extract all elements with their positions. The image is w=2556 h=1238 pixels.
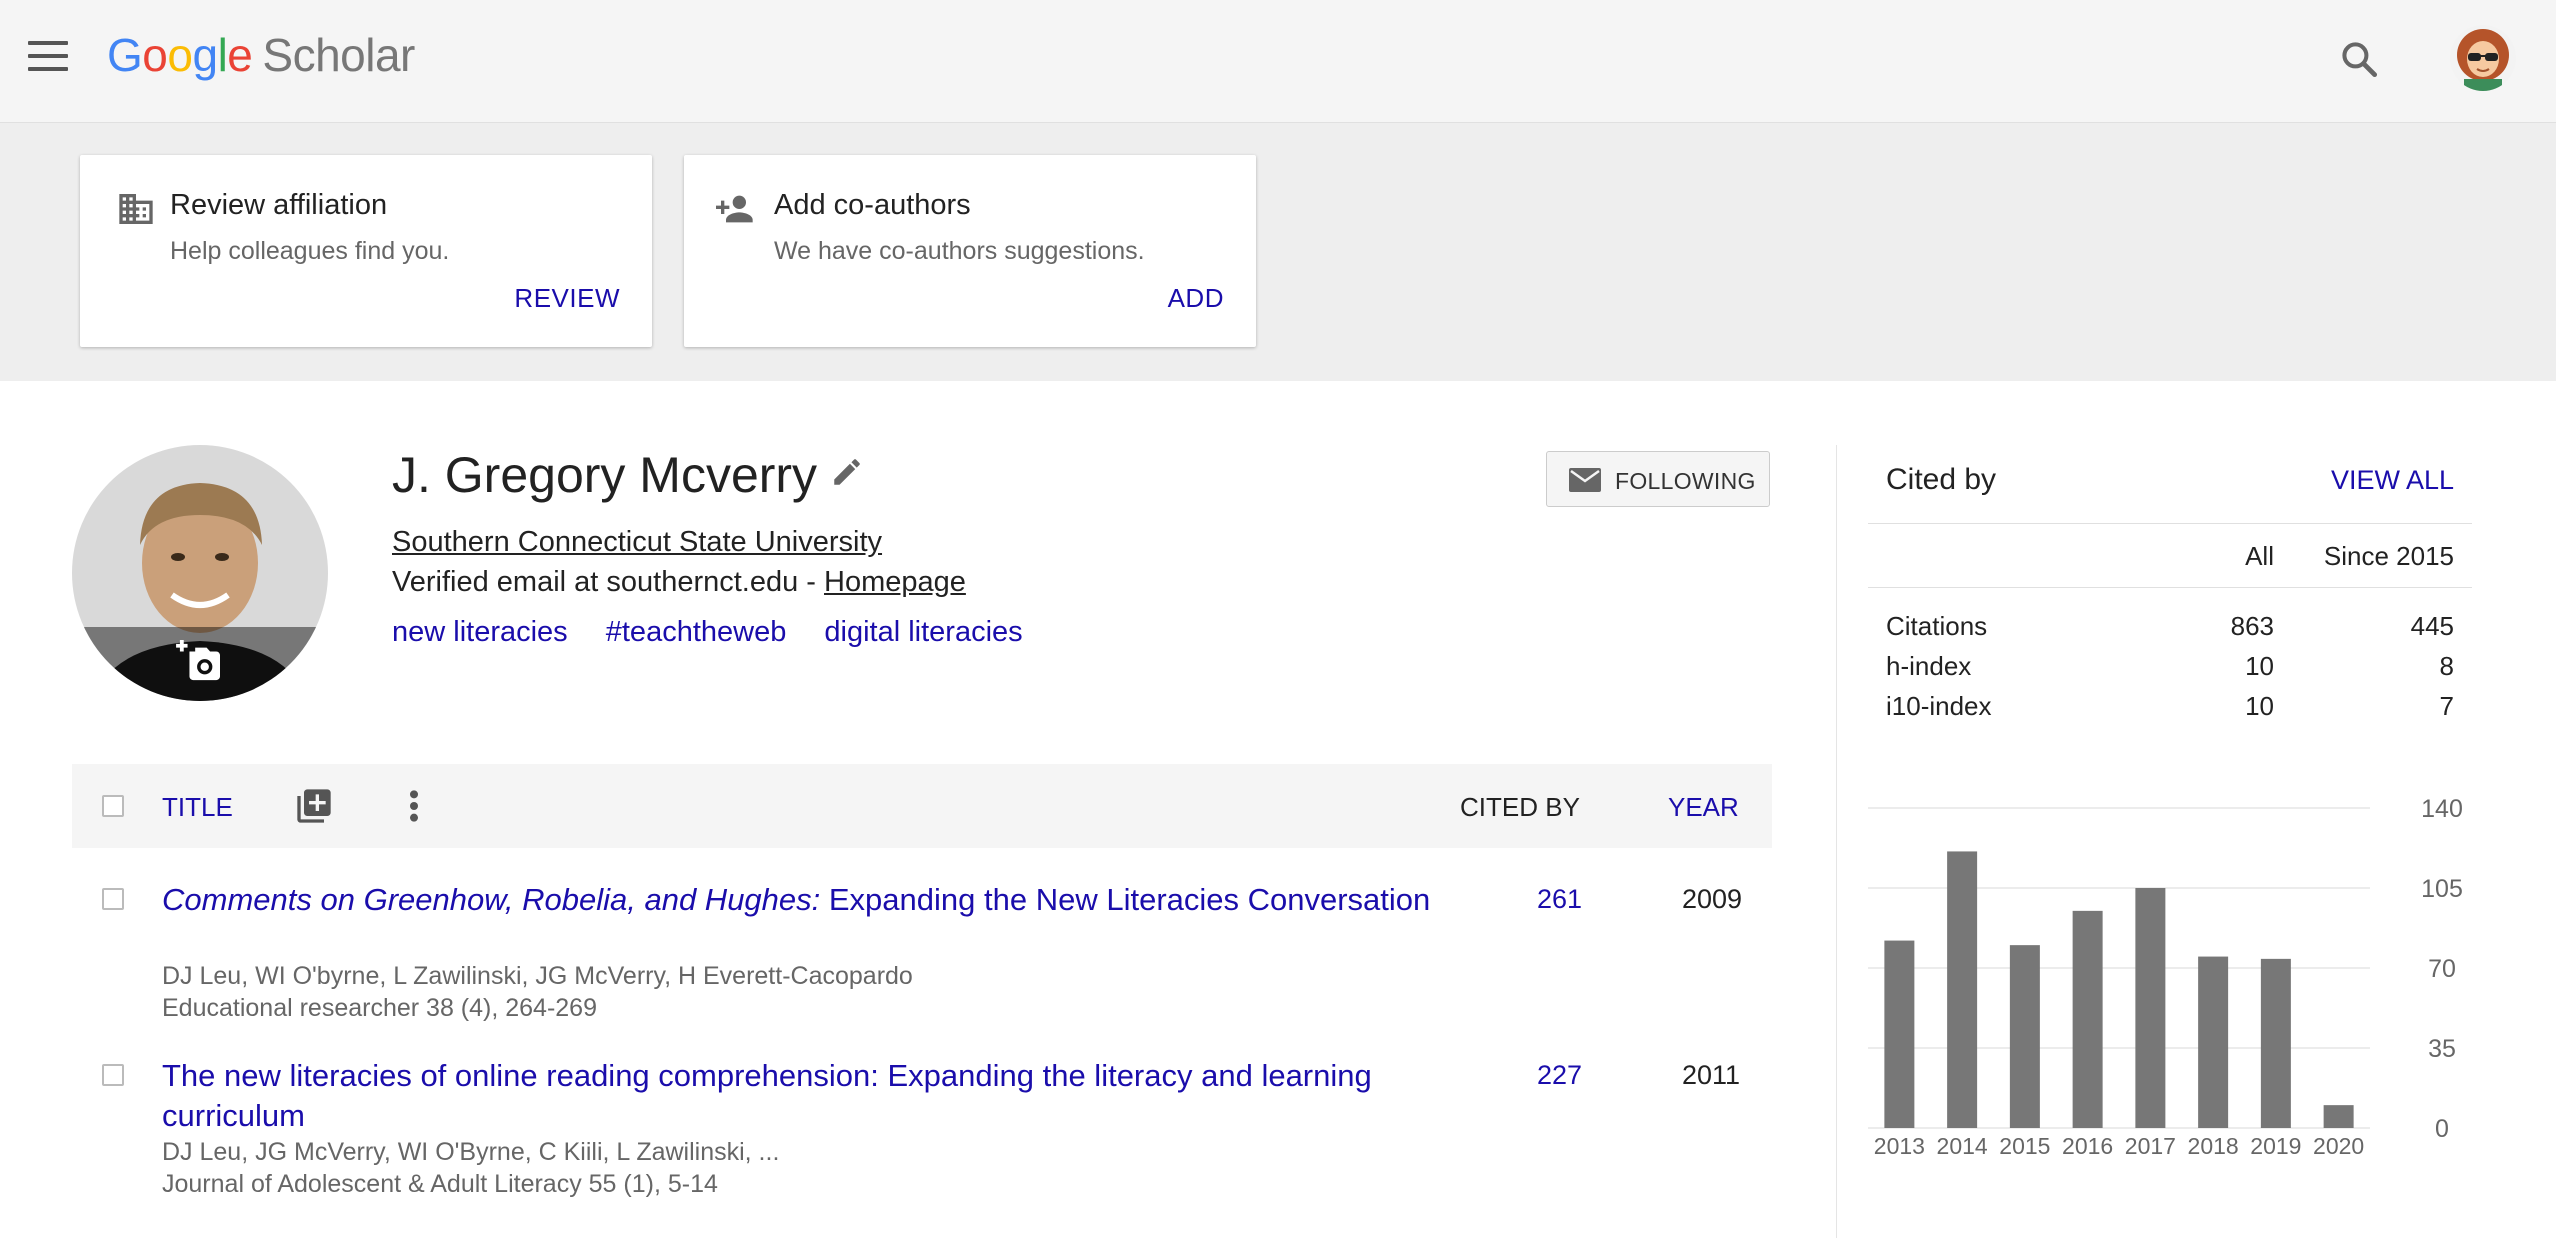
sort-by-title[interactable]: TITLE <box>162 792 233 823</box>
panel-divider <box>1836 445 1837 1238</box>
top-bar: Google Scholar <box>0 0 2556 123</box>
menu-icon[interactable] <box>28 41 68 71</box>
row-checkbox[interactable] <box>102 1064 124 1086</box>
following-label: FOLLOWING <box>1615 468 1756 494</box>
metric-since: 8 <box>2439 651 2454 681</box>
bar <box>1947 851 1978 1128</box>
article-venue: Journal of Adolescent & Adult Literacy 5… <box>162 1170 718 1198</box>
email-text: Verified email at southernct.edu - <box>392 566 825 598</box>
card-title: Review affiliation <box>170 189 388 221</box>
x-tick-label: 2019 <box>2250 1133 2301 1159</box>
homepage-link[interactable]: Homepage <box>824 566 966 598</box>
row-checkbox[interactable] <box>102 888 124 910</box>
cited-by-count-link[interactable]: 261 <box>1537 884 1582 915</box>
x-tick-label: 2015 <box>1999 1133 2050 1159</box>
review-button[interactable]: REVIEW <box>514 283 620 314</box>
x-tick-label: 2013 <box>1874 1133 1925 1159</box>
review-affiliation-card: Review affiliation Help colleagues find … <box>80 155 652 347</box>
metric-all: 863 <box>2230 611 2274 641</box>
metric-label: h-index <box>1886 651 1972 681</box>
add-article-icon[interactable] <box>294 786 334 826</box>
y-tick-label: 70 <box>2428 955 2456 983</box>
article-title-italic: Comments on Greenhow, Robelia, and Hughe… <box>162 882 821 917</box>
article-year: 2011 <box>1682 1060 1741 1090</box>
add-photo-icon[interactable] <box>176 640 222 682</box>
logo-letter: o <box>167 29 193 81</box>
bar <box>2135 888 2166 1128</box>
article-title-text: Expanding the New Literacies Conversatio… <box>820 882 1431 917</box>
article-year: 2009 <box>1682 884 1743 914</box>
bar <box>2198 956 2229 1128</box>
card-subtitle: We have co-authors suggestions. <box>774 237 1145 265</box>
cited-by-header: CITED BY <box>1460 792 1580 822</box>
card-subtitle: Help colleagues find you. <box>170 237 450 265</box>
interest-link[interactable]: digital literacies <box>824 616 1022 648</box>
bar <box>2072 910 2103 1128</box>
y-tick-label: 0 <box>2435 1115 2449 1143</box>
bar <box>2260 958 2291 1128</box>
article-title-link[interactable]: The new literacies of online reading com… <box>162 1056 1442 1136</box>
mail-icon <box>1569 468 1601 492</box>
y-tick-label: 140 <box>2421 795 2463 823</box>
article-title-text: The new literacies of online reading com… <box>162 1058 1372 1133</box>
x-tick-label: 2020 <box>2313 1133 2364 1159</box>
x-tick-label: 2014 <box>1937 1133 1988 1159</box>
citations-per-year-chart: 0 35 70 105 140 2013 2014 2015 2016 2017 2018 2019 2… <box>1868 795 2463 1159</box>
col-since-header: Since 2015 <box>2323 541 2454 571</box>
divider <box>1868 587 2472 588</box>
metric-label: i10-index <box>1886 691 1992 721</box>
select-all-checkbox[interactable] <box>102 795 124 817</box>
suggestions-banner: Review affiliation Help colleagues find … <box>0 123 2556 381</box>
verified-email: Verified email at southernct.edu - Homep… <box>392 566 966 599</box>
add-coauthors-card: Add co-authors We have co-authors sugges… <box>684 155 1256 347</box>
article-authors: DJ Leu, JG McVerry, WI O'Byrne, C Kiili,… <box>162 1138 780 1166</box>
google-scholar-logo[interactable]: Google Scholar <box>107 28 415 82</box>
view-all-link[interactable]: VIEW ALL <box>2331 465 2454 496</box>
bar <box>2323 1105 2354 1128</box>
affiliation-link[interactable]: Southern Connecticut State University <box>392 526 882 559</box>
add-button[interactable]: ADD <box>1168 283 1224 314</box>
x-tick-label: 2018 <box>2188 1133 2239 1159</box>
cited-by-count-link[interactable]: 227 <box>1537 1060 1582 1091</box>
add-person-icon <box>714 189 754 229</box>
edit-pencil-icon[interactable] <box>830 455 864 489</box>
metric-all: 10 <box>2245 691 2274 721</box>
interest-link[interactable]: new literacies <box>392 616 568 648</box>
x-tick-label: 2017 <box>2125 1133 2176 1159</box>
bar <box>2009 945 2040 1128</box>
following-button[interactable]: FOLLOWING <box>1546 451 1770 507</box>
sort-by-year[interactable]: YEAR <box>1668 792 1739 823</box>
logo-letter: l <box>217 29 228 81</box>
logo-letter: o <box>142 29 168 81</box>
x-tick-label: 2016 <box>2062 1133 2113 1159</box>
card-title: Add co-authors <box>774 189 971 221</box>
article-title-link[interactable]: Comments on Greenhow, Robelia, and Hughe… <box>162 880 1442 920</box>
interest-link[interactable]: #teachtheweb <box>606 616 787 648</box>
table-row: Comments on Greenhow, Robelia, and Hughe… <box>72 880 1772 1030</box>
account-avatar[interactable] <box>2450 25 2516 91</box>
cited-by-title: Cited by <box>1886 463 1997 496</box>
article-venue: Educational researcher 38 (4), 264-269 <box>162 994 597 1022</box>
y-tick-label: 105 <box>2421 875 2463 903</box>
logo-suffix: Scholar <box>262 29 415 81</box>
col-all-header: All <box>2245 541 2274 571</box>
profile-name: J. Gregory Mcverry <box>392 447 818 503</box>
metric-since: 445 <box>2410 611 2454 641</box>
bar <box>1884 940 1915 1128</box>
more-vert-icon[interactable] <box>404 786 424 826</box>
metric-label: Citations <box>1886 611 1988 641</box>
divider <box>1868 523 2472 524</box>
article-authors: DJ Leu, WI O'byrne, L Zawilinski, JG McV… <box>162 962 913 990</box>
logo-letter: G <box>107 29 143 81</box>
metric-all: 10 <box>2245 651 2274 681</box>
logo-letter: g <box>192 29 218 81</box>
building-icon <box>116 189 156 229</box>
table-row: The new literacies of online reading com… <box>72 1056 1772 1206</box>
y-tick-label: 35 <box>2428 1035 2456 1063</box>
research-interests: new literacies #teachtheweb digital lite… <box>392 616 1053 649</box>
search-icon[interactable] <box>2338 38 2382 82</box>
metric-since: 7 <box>2439 691 2454 721</box>
publications-table-header: TITLE CITED BY YEAR <box>72 764 1772 848</box>
logo-letter: e <box>227 29 253 81</box>
